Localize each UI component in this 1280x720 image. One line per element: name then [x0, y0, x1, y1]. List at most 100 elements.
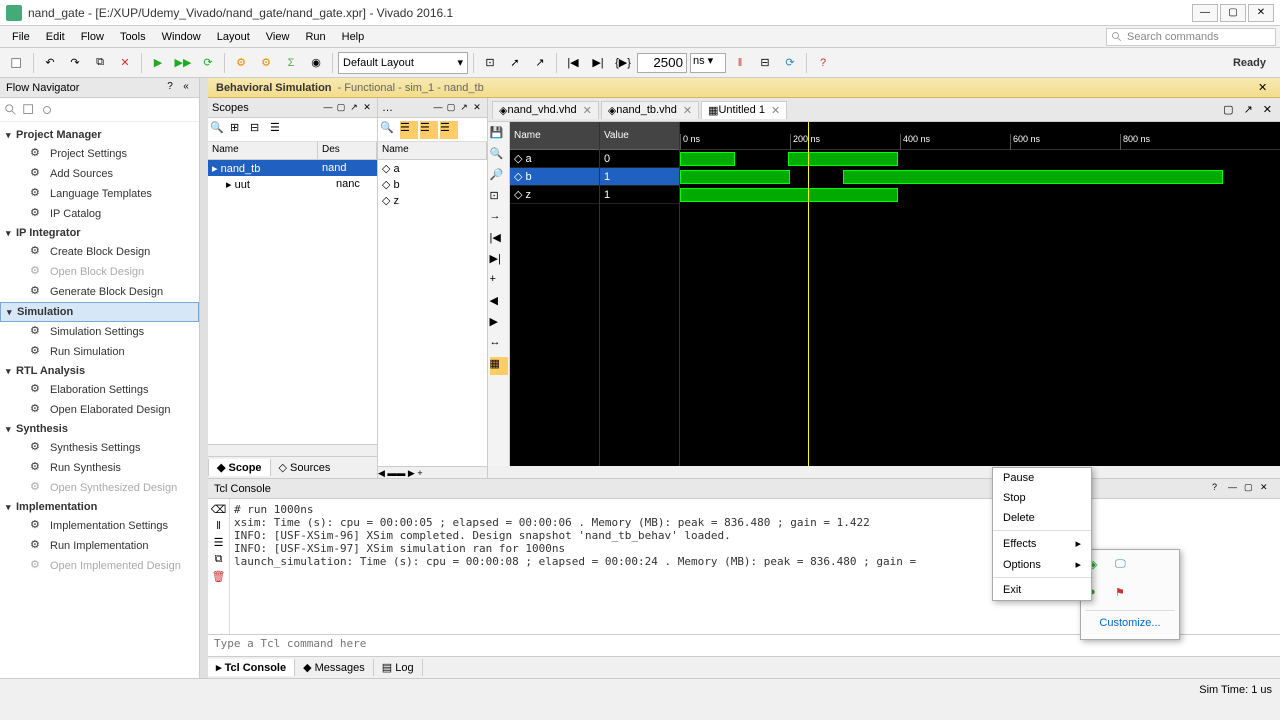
- close-icon[interactable]: ✕: [683, 104, 692, 117]
- flownav-section[interactable]: ▾ IP Integrator: [0, 224, 199, 242]
- ctx-delete[interactable]: Delete: [993, 508, 1091, 528]
- flownav-section[interactable]: ▾ Project Manager: [0, 126, 199, 144]
- wave-signal-name[interactable]: ◇ a: [510, 150, 599, 168]
- flownav-item[interactable]: ⚙Synthesis Settings: [0, 438, 199, 458]
- sphere-icon[interactable]: ●: [1089, 586, 1109, 606]
- zoom-out-icon[interactable]: 🔎: [490, 168, 508, 186]
- menu-view[interactable]: View: [258, 28, 298, 46]
- bitstream-button[interactable]: ◉: [305, 52, 327, 74]
- relaunch-sim-button[interactable]: ⟳: [779, 52, 801, 74]
- flownav-item[interactable]: ⚙Open Elaborated Design: [0, 400, 199, 420]
- copy-button[interactable]: ⧉: [89, 52, 111, 74]
- splitter[interactable]: [200, 78, 208, 678]
- filter-icon[interactable]: ☰: [270, 121, 288, 139]
- object-row[interactable]: ◇ z: [378, 192, 487, 208]
- popout-icon[interactable]: ↗: [348, 102, 360, 114]
- wave-signal-value[interactable]: 0: [600, 150, 679, 168]
- prev-marker-icon[interactable]: ◀: [490, 294, 508, 312]
- flownav-item[interactable]: ⚙Elaboration Settings: [0, 380, 199, 400]
- close-icon[interactable]: ✕: [361, 102, 373, 114]
- collapse-all-icon[interactable]: [22, 103, 36, 117]
- wave-canvas[interactable]: 235.501 ns 0 ns200 ns400 ns600 ns800 ns: [680, 122, 1280, 466]
- zoom-fit-button[interactable]: ⊡: [479, 52, 501, 74]
- console-max-button[interactable]: ▢: [1244, 482, 1258, 496]
- search-icon[interactable]: [4, 103, 18, 117]
- minimize-icon[interactable]: —: [322, 102, 334, 114]
- delete-button[interactable]: ✕: [114, 52, 136, 74]
- undo-button[interactable]: ↶: [39, 52, 61, 74]
- relaunch-button[interactable]: ⟳: [197, 52, 219, 74]
- zoom-in-icon[interactable]: 🔍: [490, 147, 508, 165]
- pause-button[interactable]: ‖: [729, 52, 751, 74]
- scope-row[interactable]: ▸ nand_tbnand: [208, 160, 377, 176]
- next-marker-icon[interactable]: ▶: [490, 315, 508, 333]
- wave-tab-2[interactable]: ▦ Untitled 1✕: [701, 101, 787, 119]
- flownav-item[interactable]: ⚙Simulation Settings: [0, 322, 199, 342]
- menu-layout[interactable]: Layout: [209, 28, 258, 46]
- flownav-item[interactable]: ⚙IP Catalog: [0, 204, 199, 224]
- flownav-item[interactable]: ⚙Generate Block Design: [0, 282, 199, 302]
- flownav-item[interactable]: ⚙Open Block Design: [0, 262, 199, 282]
- flownav-collapse-button[interactable]: «: [179, 81, 193, 95]
- new-project-button[interactable]: [6, 52, 28, 74]
- filter-icon[interactable]: ☰: [400, 121, 418, 139]
- flownav-item[interactable]: ⚙Run Synthesis: [0, 458, 199, 478]
- wave-signal-name[interactable]: ◇ z: [510, 186, 599, 204]
- zoom-fit-icon[interactable]: ⊡: [490, 189, 508, 207]
- close-icon[interactable]: ✕: [771, 104, 780, 117]
- scope-row[interactable]: ▸ uutnanc: [208, 176, 377, 192]
- flownav-section[interactable]: ▾ RTL Analysis: [0, 362, 199, 380]
- flownav-section[interactable]: ▾ Implementation: [0, 498, 199, 516]
- close-icon[interactable]: ✕: [471, 102, 483, 114]
- flownav-item[interactable]: ⚙Add Sources: [0, 164, 199, 184]
- close-button[interactable]: ✕: [1248, 4, 1274, 22]
- ctx-options[interactable]: Options▸: [993, 554, 1091, 575]
- wave-signal-name[interactable]: ◇ b: [510, 168, 599, 186]
- tab-scope[interactable]: ◆ Scope: [208, 459, 270, 476]
- help-button[interactable]: ?: [812, 52, 834, 74]
- minimize-icon[interactable]: —: [432, 102, 444, 114]
- step-button[interactable]: {▶}: [612, 52, 634, 74]
- run-for-button[interactable]: ▶|: [587, 52, 609, 74]
- command-search[interactable]: Search commands: [1106, 28, 1276, 46]
- swap-icon[interactable]: ↔: [490, 336, 508, 354]
- maximize-icon[interactable]: ▢: [1219, 103, 1237, 116]
- wave-signal-value[interactable]: 1: [600, 186, 679, 204]
- copy-icon[interactable]: ⧉: [215, 553, 223, 566]
- maximize-icon[interactable]: ▢: [445, 102, 457, 114]
- settings-icon[interactable]: [40, 103, 54, 117]
- wave-signal-value[interactable]: 1: [600, 168, 679, 186]
- flownav-item[interactable]: ⚙Run Simulation: [0, 342, 199, 362]
- flag-icon[interactable]: ⚑: [1115, 586, 1135, 606]
- config-icon[interactable]: ▦: [490, 357, 508, 375]
- add-marker-icon[interactable]: +: [490, 273, 508, 291]
- flownav-section[interactable]: ▾ Simulation: [0, 302, 199, 322]
- close-icon[interactable]: ✕: [583, 104, 592, 117]
- menu-run[interactable]: Run: [297, 28, 333, 46]
- search-icon[interactable]: 🔍: [380, 121, 398, 139]
- flownav-item[interactable]: ⚙Create Block Design: [0, 242, 199, 262]
- wave-tab-0[interactable]: ◈ nand_vhd.vhd✕: [492, 101, 599, 119]
- flownav-item[interactable]: ⚙Open Implemented Design: [0, 556, 199, 576]
- summary-button[interactable]: Σ: [280, 52, 302, 74]
- flownav-section[interactable]: ▾ Synthesis: [0, 420, 199, 438]
- col-name[interactable]: Name: [208, 142, 318, 159]
- menu-flow[interactable]: Flow: [73, 28, 112, 46]
- impl-button[interactable]: ⚙: [255, 52, 277, 74]
- goto-icon[interactable]: →: [490, 210, 508, 228]
- wave-value-header[interactable]: Value: [600, 122, 679, 150]
- object-row[interactable]: ◇ a: [378, 160, 487, 176]
- scrollbar[interactable]: [208, 444, 377, 456]
- scrollbar[interactable]: ◀ ▬▬ ▶ +: [378, 466, 487, 478]
- flownav-help-button[interactable]: ?: [163, 81, 177, 95]
- close-icon[interactable]: ✕: [1259, 103, 1276, 116]
- wave-tab-1[interactable]: ◈ nand_tb.vhd✕: [601, 101, 699, 119]
- run-button[interactable]: ▶: [147, 52, 169, 74]
- break-button[interactable]: ⊟: [754, 52, 776, 74]
- search-icon[interactable]: 🔍: [210, 121, 228, 139]
- synth-button[interactable]: ⚙: [230, 52, 252, 74]
- menu-help[interactable]: Help: [334, 28, 373, 46]
- menu-window[interactable]: Window: [154, 28, 209, 46]
- console-min-button[interactable]: —: [1228, 482, 1242, 496]
- menu-tools[interactable]: Tools: [112, 28, 154, 46]
